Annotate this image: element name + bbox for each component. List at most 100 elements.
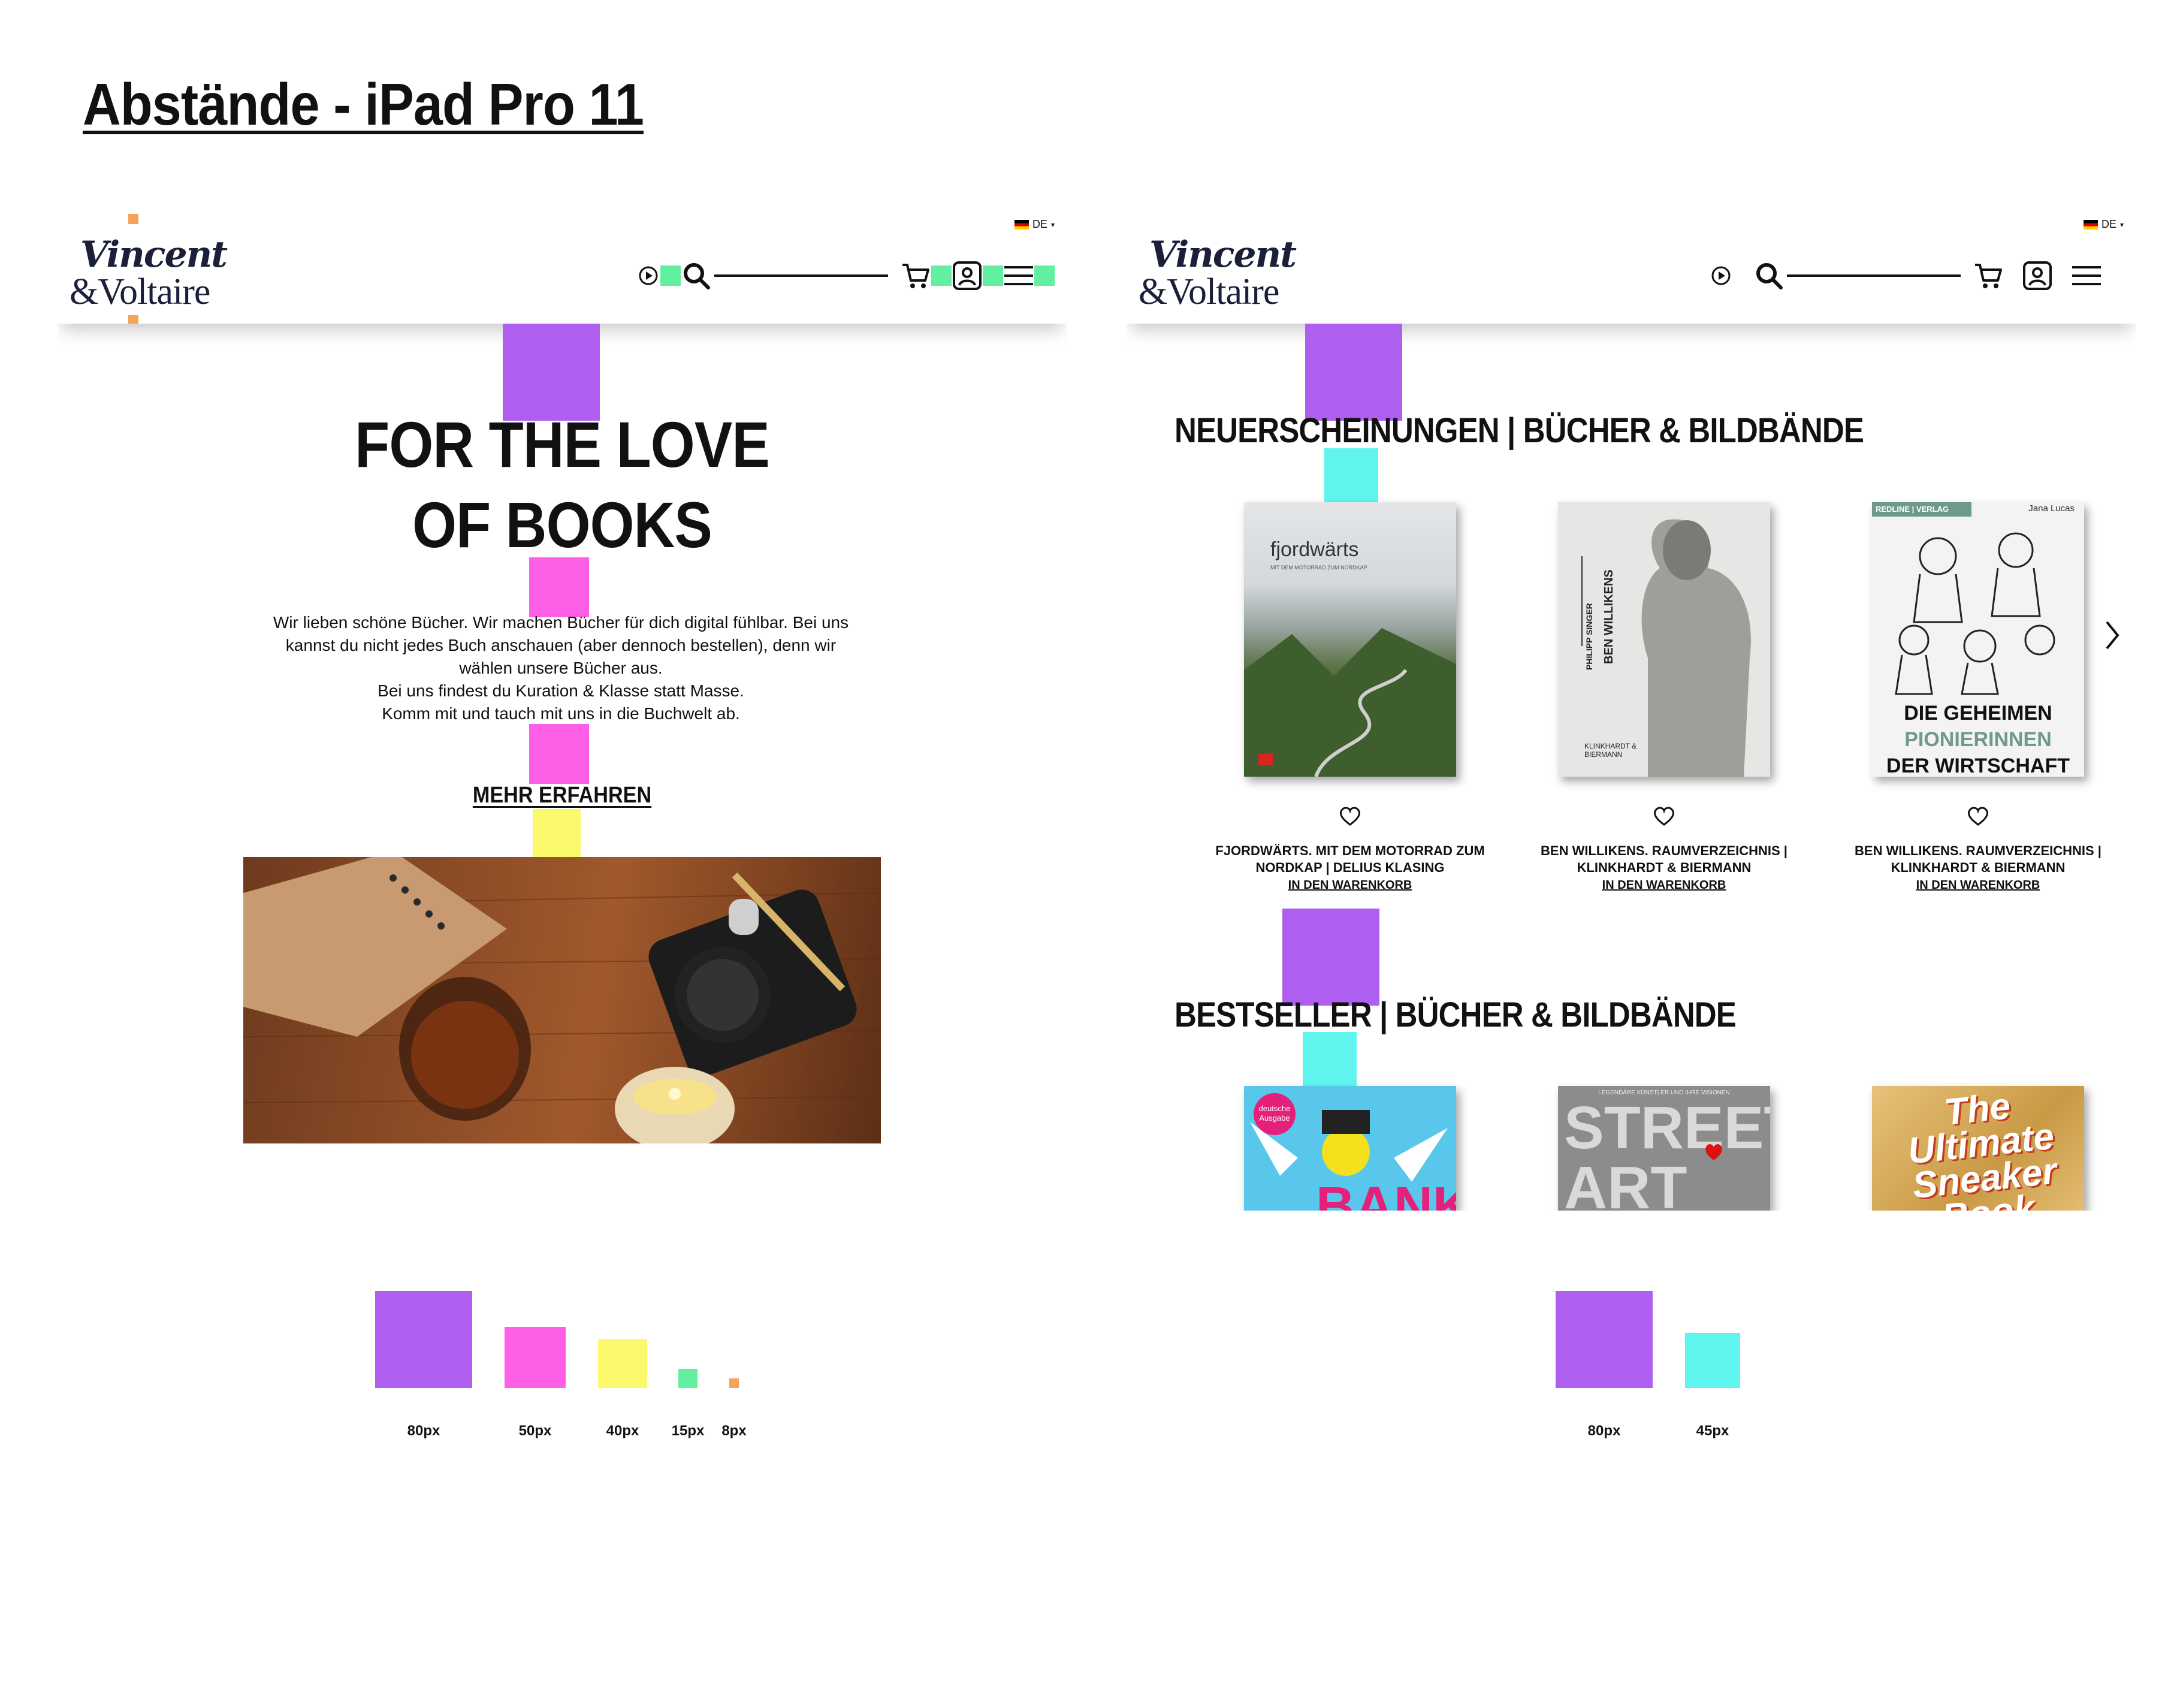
logo-vincent: Vincent (1149, 234, 1297, 276)
spacing-marker-40px (533, 809, 581, 857)
logo-vincent: Vincent (80, 234, 228, 276)
page-title: Abstände - iPad Pro 11 (83, 71, 644, 137)
book-title-line: FJORDWÄRTS. MIT DEM MOTORRAD ZUM (1215, 843, 1485, 858)
right-mockup-frame: Vincent &Voltaire DE ▾ NEUERSCHEINUNGEN … (1127, 204, 2136, 1211)
hero-image (243, 857, 881, 1143)
caret-down-icon: ▾ (2119, 220, 2124, 229)
chevron-right-icon[interactable] (2103, 617, 2121, 656)
cover-title: DIE GEHEIMEN PIONIERINNEN DER WIRTSCHAFT (1872, 700, 2084, 777)
hero-text-line: Wir lieben schöne Bücher. Wir machen Büc… (273, 613, 849, 632)
menu-icon[interactable] (1003, 264, 1034, 288)
logo-voltaire: &Voltaire (70, 271, 210, 312)
language-selector[interactable]: DE ▾ (2080, 216, 2127, 233)
book-title-line: KLINKHARDT & BIERMANN (1891, 860, 2066, 875)
hero-description: Wir lieben schöne Bücher. Wir machen Büc… (237, 611, 884, 725)
spacing-marker-15px (931, 265, 952, 286)
book-title-line: KLINKHARDT & BIERMANN (1577, 860, 1752, 875)
hero-text-line: Bei uns findest du Kuration & Klasse sta… (378, 681, 744, 700)
language-label: DE (1032, 218, 1047, 230)
legend-swatch-50px (505, 1327, 566, 1388)
account-icon[interactable] (2022, 260, 2053, 291)
menu-icon[interactable] (2071, 264, 2102, 288)
wishlist-heart-icon[interactable] (1337, 803, 1363, 829)
cart-icon[interactable] (1973, 260, 2004, 291)
legend-swatch-80px (1556, 1291, 1653, 1388)
book-cover-banksy[interactable]: deutsche Ausgabe BANKSY (1244, 1086, 1456, 1211)
legend-label: 80px (1587, 1423, 1621, 1439)
site-header: Vincent &Voltaire DE ▾ (58, 204, 1067, 324)
cover-author: Jana Lucas (2028, 503, 2075, 514)
hero-text-line: kannst du nicht jedes Buch anschauen (ab… (285, 636, 837, 654)
add-to-cart-link[interactable]: IN DEN WARENKORB (1200, 879, 1500, 892)
search-icon[interactable] (681, 260, 712, 291)
legend-label: 8px (721, 1423, 747, 1439)
search-icon[interactable] (1753, 260, 1785, 291)
book-title[interactable]: FJORDWÄRTS. MIT DEM MOTORRAD ZUM NORDKAP… (1200, 843, 1500, 876)
spacing-marker-8px (128, 214, 138, 224)
spacing-marker-80px (1282, 909, 1379, 1006)
hero-text-line: Komm mit und tauch mit uns in die Buchwe… (382, 704, 740, 723)
book-cover-street-art[interactable]: LEGENDÄRE KÜNSTLER UND IHRE VISIONEN STR… (1558, 1086, 1770, 1211)
spacing-marker-45px (1303, 1032, 1357, 1086)
legend-label: 40px (606, 1423, 639, 1439)
legend-swatch-45px (1685, 1333, 1740, 1388)
language-selector[interactable]: DE ▾ (1011, 216, 1058, 233)
cover-title: BEN WILLIKENS (1602, 569, 1616, 664)
language-label: DE (2101, 218, 2116, 230)
search-input[interactable] (714, 274, 888, 277)
site-logo[interactable]: Vincent &Voltaire (70, 234, 228, 312)
cover-title: fjordwärts (1270, 538, 1359, 561)
cover-text: The Ultimate Sneaker Book (1906, 1086, 2059, 1211)
site-header: Vincent &Voltaire DE ▾ (1127, 204, 2136, 324)
header-icons (1710, 255, 2102, 297)
book-title-line: NORDKAP | DELIUS KLASING (1255, 860, 1445, 875)
cover-title-line: DER WIRTSCHAFT (1886, 755, 2070, 777)
cover-title-line: PIONIERINNEN (1904, 728, 2052, 751)
hero-text-line: wählen unsere Bücher aus. (459, 659, 663, 677)
account-icon[interactable] (952, 260, 983, 291)
spacing-marker-50px (529, 557, 589, 617)
section-title-new-releases: NEUERSCHEINUNGEN | BÜCHER & BILDBÄNDE (1174, 411, 1864, 450)
cover-text: STREET ART (1564, 1094, 1770, 1211)
book-title[interactable]: BEN WILLIKENS. RAUMVERZEICHNIS | KLINKHA… (1514, 843, 1814, 876)
play-icon[interactable] (1710, 265, 1732, 286)
book-title[interactable]: BEN WILLIKENS. RAUMVERZEICHNIS | KLINKHA… (1828, 843, 2128, 876)
spacing-marker-15px (983, 265, 1003, 286)
legend-label: 80px (407, 1423, 440, 1439)
spacing-marker-8px (128, 315, 138, 324)
legend-swatch-15px (678, 1369, 698, 1388)
wishlist-heart-icon[interactable] (1965, 803, 1991, 829)
spacing-marker-50px (529, 724, 589, 784)
play-icon[interactable] (638, 265, 659, 286)
german-flag-icon (1014, 219, 1029, 230)
book-cover-ben-willikens[interactable]: PHILIPP SINGER BEN WILLIKENS KLINKHARDT … (1558, 502, 1770, 777)
legend-swatch-80px (375, 1291, 472, 1388)
legend-label: 50px (518, 1423, 552, 1439)
cover-author: PHILIPP SINGER (1584, 603, 1594, 670)
book-cover-fjordwaerts[interactable]: fjordwärts MIT DEM MOTORRAD ZUM NORDKAP (1244, 502, 1456, 777)
cover-text: BANKSY (1316, 1176, 1456, 1211)
add-to-cart-link[interactable]: IN DEN WARENKORB (1828, 879, 2128, 892)
mehr-erfahren-link[interactable]: MEHR ERFAHREN (108, 783, 1016, 808)
left-mockup-frame: Vincent &Voltaire DE ▾ FOR THE LOVE OF B… (58, 204, 1067, 1211)
spacing-marker-15px (660, 265, 681, 286)
search-input[interactable] (1787, 274, 1961, 277)
book-cover-sneaker-book[interactable]: The Ultimate Sneaker Book (1872, 1086, 2084, 1211)
cover-title-line: DIE GEHEIMEN (1904, 702, 2052, 725)
cart-icon[interactable] (900, 260, 931, 291)
add-to-cart-link[interactable]: IN DEN WARENKORB (1514, 879, 1814, 892)
header-icons (638, 255, 1055, 297)
caret-down-icon: ▾ (1050, 220, 1055, 229)
legend-swatch-8px (729, 1378, 739, 1388)
spacing-marker-45px (1324, 448, 1378, 502)
book-cover-pionierinnen[interactable]: REDLINE | VERLAG Jana Lucas DIE GEHEIMEN… (1872, 502, 2084, 777)
site-logo[interactable]: Vincent &Voltaire (1139, 234, 1297, 312)
spacing-marker-15px (1034, 265, 1055, 286)
wishlist-heart-icon[interactable] (1651, 803, 1677, 829)
logo-voltaire: &Voltaire (1139, 271, 1279, 312)
legend-label: 45px (1696, 1423, 1729, 1439)
cover-publisher: KLINKHARDT & BIERMANN (1584, 742, 1637, 759)
german-flag-icon (2083, 219, 2098, 230)
legend-swatch-40px (598, 1339, 647, 1388)
spacing-marker-80px (1305, 324, 1402, 421)
